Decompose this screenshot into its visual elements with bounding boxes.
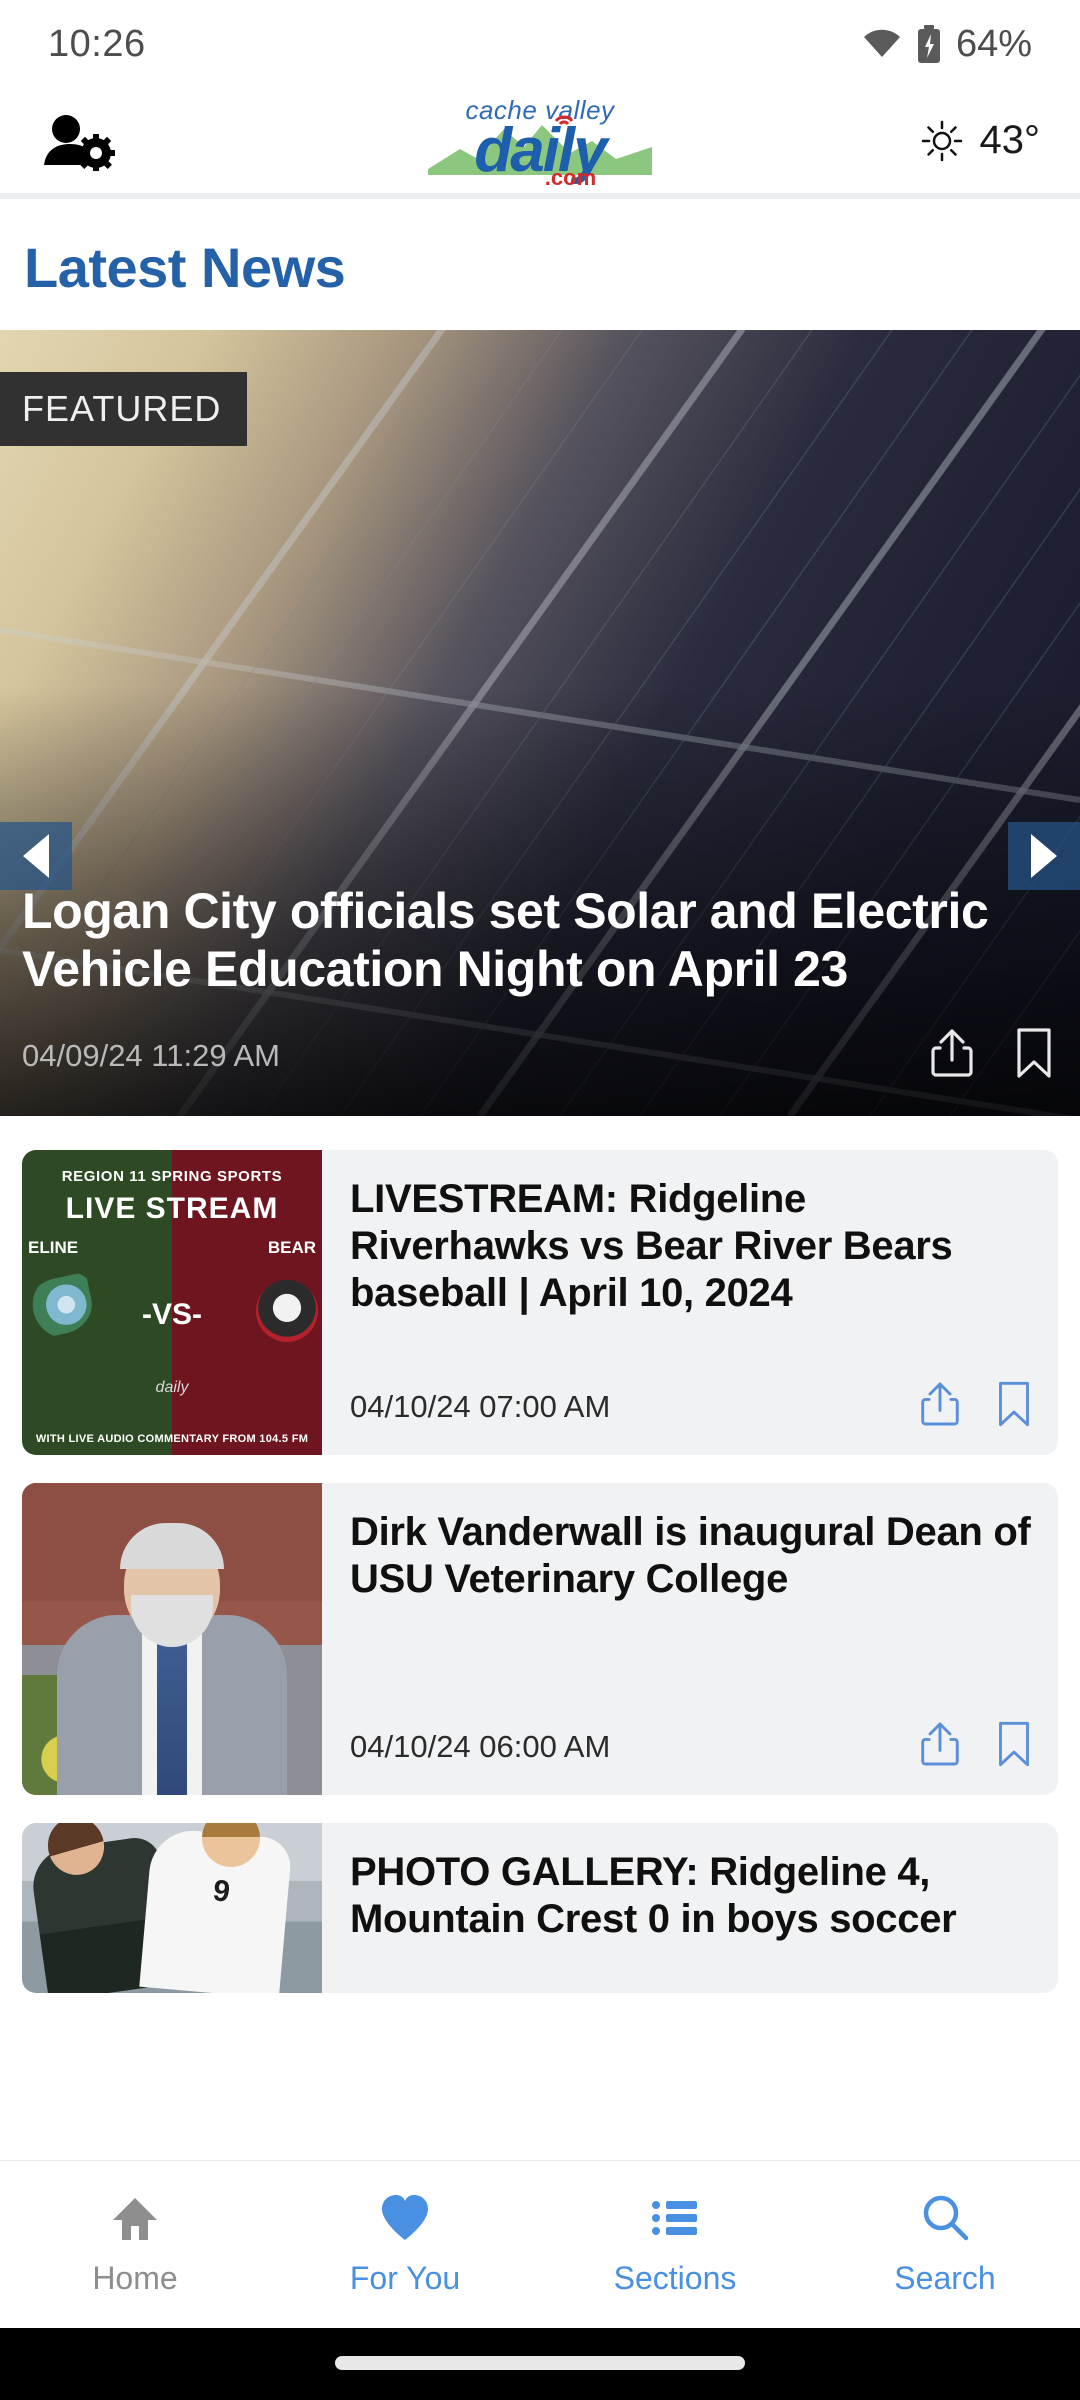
app-logo[interactable]: cache valley daily .com (420, 95, 660, 190)
list-item[interactable]: 9 PHOTO GALLERY: Ridgeline 4, Mountain C… (22, 1823, 1058, 1993)
search-icon (919, 2192, 971, 2244)
gesture-pill[interactable] (335, 2356, 745, 2370)
thumbnail-teams: ELINE BEAR (22, 1238, 322, 1258)
hair-shape (120, 1523, 224, 1569)
list-icon (649, 2192, 701, 2244)
article-title: LIVESTREAM: Ridgeline Riverhawks vs Bear… (350, 1177, 953, 1316)
thumbnail-vs-text: -VS- (142, 1298, 202, 1331)
article-list: REGION 11 SPRING SPORTS LIVE STREAM ELIN… (0, 1116, 1080, 1993)
bookmark-icon[interactable] (996, 1720, 1032, 1773)
status-badge: FEATURED (0, 372, 248, 446)
status-bar: 10:26 64% (0, 0, 1080, 88)
status-indicators: 64% (862, 23, 1032, 66)
status-time: 10:26 (48, 22, 146, 65)
app-screen: 10:26 64% cache valley daily .com 43° La… (0, 0, 1080, 2400)
article-body: LIVESTREAM: Ridgeline Riverhawks vs Bear… (322, 1150, 1058, 1455)
article-thumbnail: 9 (22, 1823, 322, 1993)
page-title: Latest News (24, 236, 346, 299)
thumbnail-team-left: ELINE (28, 1238, 79, 1257)
article-thumbnail: REGION 11 SPRING SPORTS LIVE STREAM ELIN… (22, 1150, 322, 1455)
home-icon (109, 2192, 161, 2244)
chevron-right-icon (1031, 834, 1057, 878)
carousel-prev-button[interactable] (0, 822, 72, 890)
app-header: cache valley daily .com 43° (0, 88, 1080, 193)
article-thumbnail (22, 1483, 322, 1795)
weather-widget[interactable]: 43° (920, 118, 1041, 163)
battery-percent: 64% (955, 22, 1032, 65)
article-body: PHOTO GALLERY: Ridgeline 4, Mountain Cre… (322, 1823, 1058, 1993)
article-title: PHOTO GALLERY: Ridgeline 4, Mountain Cre… (350, 1850, 957, 1942)
thumbnail-region-text: REGION 11 SPRING SPORTS (61, 1168, 283, 1185)
share-icon[interactable] (930, 1027, 974, 1084)
thumbnail-footer-text: WITH LIVE AUDIO COMMENTARY FROM 104.5 FM (35, 1433, 309, 1445)
nav-label-for-you: For You (349, 2260, 461, 2296)
heart-icon (379, 2192, 431, 2244)
sun-icon (920, 119, 964, 163)
thumbnail-headline-text: LIVE STREAM (65, 1192, 279, 1225)
bookmark-icon[interactable] (996, 1380, 1032, 1433)
featured-article-card[interactable]: FEATURED Logan City officials set Solar … (0, 330, 1080, 1116)
list-item[interactable]: Dirk Vanderwall is inaugural Dean of USU… (22, 1483, 1058, 1795)
share-icon[interactable] (920, 1720, 960, 1773)
carousel-next-button[interactable] (1008, 822, 1080, 890)
nav-item-search[interactable]: Search (810, 2192, 1080, 2297)
article-actions (920, 1380, 1032, 1433)
article-date: 04/10/24 06:00 AM (350, 1728, 611, 1764)
thumbnail-logo-text: daily (155, 1379, 189, 1396)
nav-item-home[interactable]: Home (0, 2192, 270, 2297)
featured-footer: 04/09/24 11:29 AM (22, 1027, 1054, 1084)
tie-shape (157, 1639, 187, 1795)
bottom-navigation: Home For You Sections Search (0, 2160, 1080, 2328)
wifi-icon (862, 29, 902, 59)
article-actions (920, 1720, 1032, 1773)
share-icon[interactable] (920, 1380, 960, 1433)
article-title: Dirk Vanderwall is inaugural Dean of USU… (350, 1510, 1031, 1602)
article-footer: 04/10/24 07:00 AM (350, 1362, 1032, 1455)
gesture-navigation-bar (0, 2328, 1080, 2400)
featured-title: Logan City officials set Solar and Elect… (22, 883, 989, 997)
article-body: Dirk Vanderwall is inaugural Dean of USU… (322, 1483, 1058, 1795)
user-settings-icon[interactable] (40, 111, 118, 171)
nav-label-home: Home (92, 2260, 178, 2296)
thumbnail-team-right: BEAR (267, 1238, 316, 1257)
nav-item-sections[interactable]: Sections (540, 2192, 810, 2297)
chevron-left-icon (23, 834, 49, 878)
nav-label-search: Search (894, 2260, 996, 2296)
list-item[interactable]: REGION 11 SPRING SPORTS LIVE STREAM ELIN… (22, 1150, 1058, 1455)
nav-item-for-you[interactable]: For You (270, 2192, 540, 2297)
featured-actions (930, 1027, 1054, 1084)
featured-date: 04/09/24 11:29 AM (22, 1037, 280, 1073)
temperature-value: 43° (979, 118, 1041, 162)
bookmark-icon[interactable] (1014, 1027, 1054, 1084)
article-date: 04/10/24 07:00 AM (350, 1388, 611, 1424)
article-footer: 04/10/24 06:00 AM (350, 1702, 1032, 1795)
nav-label-sections: Sections (613, 2260, 737, 2296)
logo-domain: .com (544, 164, 597, 190)
battery-charging-icon (916, 25, 942, 63)
